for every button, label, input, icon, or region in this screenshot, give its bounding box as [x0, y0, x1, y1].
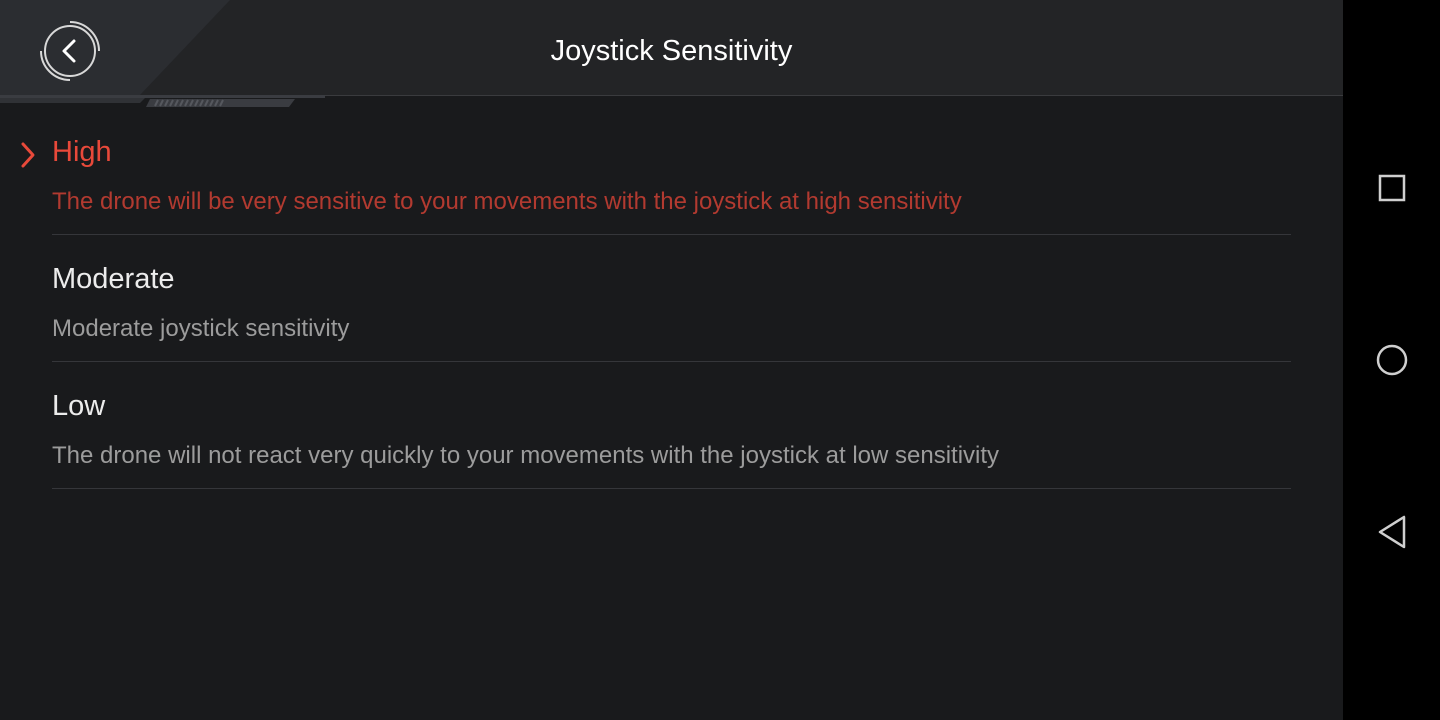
divider: [52, 488, 1291, 489]
option-title: Moderate: [52, 263, 175, 295]
option-title: High: [52, 136, 112, 168]
option-description: The drone will not react very quickly to…: [52, 442, 1000, 469]
back-button[interactable]: [39, 20, 101, 82]
option-low[interactable]: Low The drone will not react very quickl…: [0, 362, 1343, 489]
back-nav-button[interactable]: [1371, 511, 1413, 553]
system-navigation-bar: [1343, 0, 1440, 720]
option-description: The drone will be very sensitive to your…: [52, 188, 962, 215]
option-description: Moderate joystick sensitivity: [52, 315, 350, 342]
chevron-left-icon: [40, 21, 100, 81]
option-high[interactable]: High The drone will be very sensitive to…: [0, 108, 1343, 235]
app-screen: Joystick Sensitivity High The drone will…: [0, 0, 1343, 720]
chevron-right-icon: [18, 141, 40, 169]
recents-button[interactable]: [1371, 167, 1413, 209]
square-icon: [1378, 174, 1406, 202]
option-moderate[interactable]: Moderate Moderate joystick sensitivity: [0, 235, 1343, 362]
home-button[interactable]: [1371, 339, 1413, 381]
circle-icon: [1376, 344, 1408, 376]
sensitivity-options-list: High The drone will be very sensitive to…: [0, 108, 1343, 489]
triangle-back-icon: [1378, 515, 1406, 549]
top-bar: Joystick Sensitivity: [0, 0, 1343, 107]
option-title: Low: [52, 390, 106, 422]
